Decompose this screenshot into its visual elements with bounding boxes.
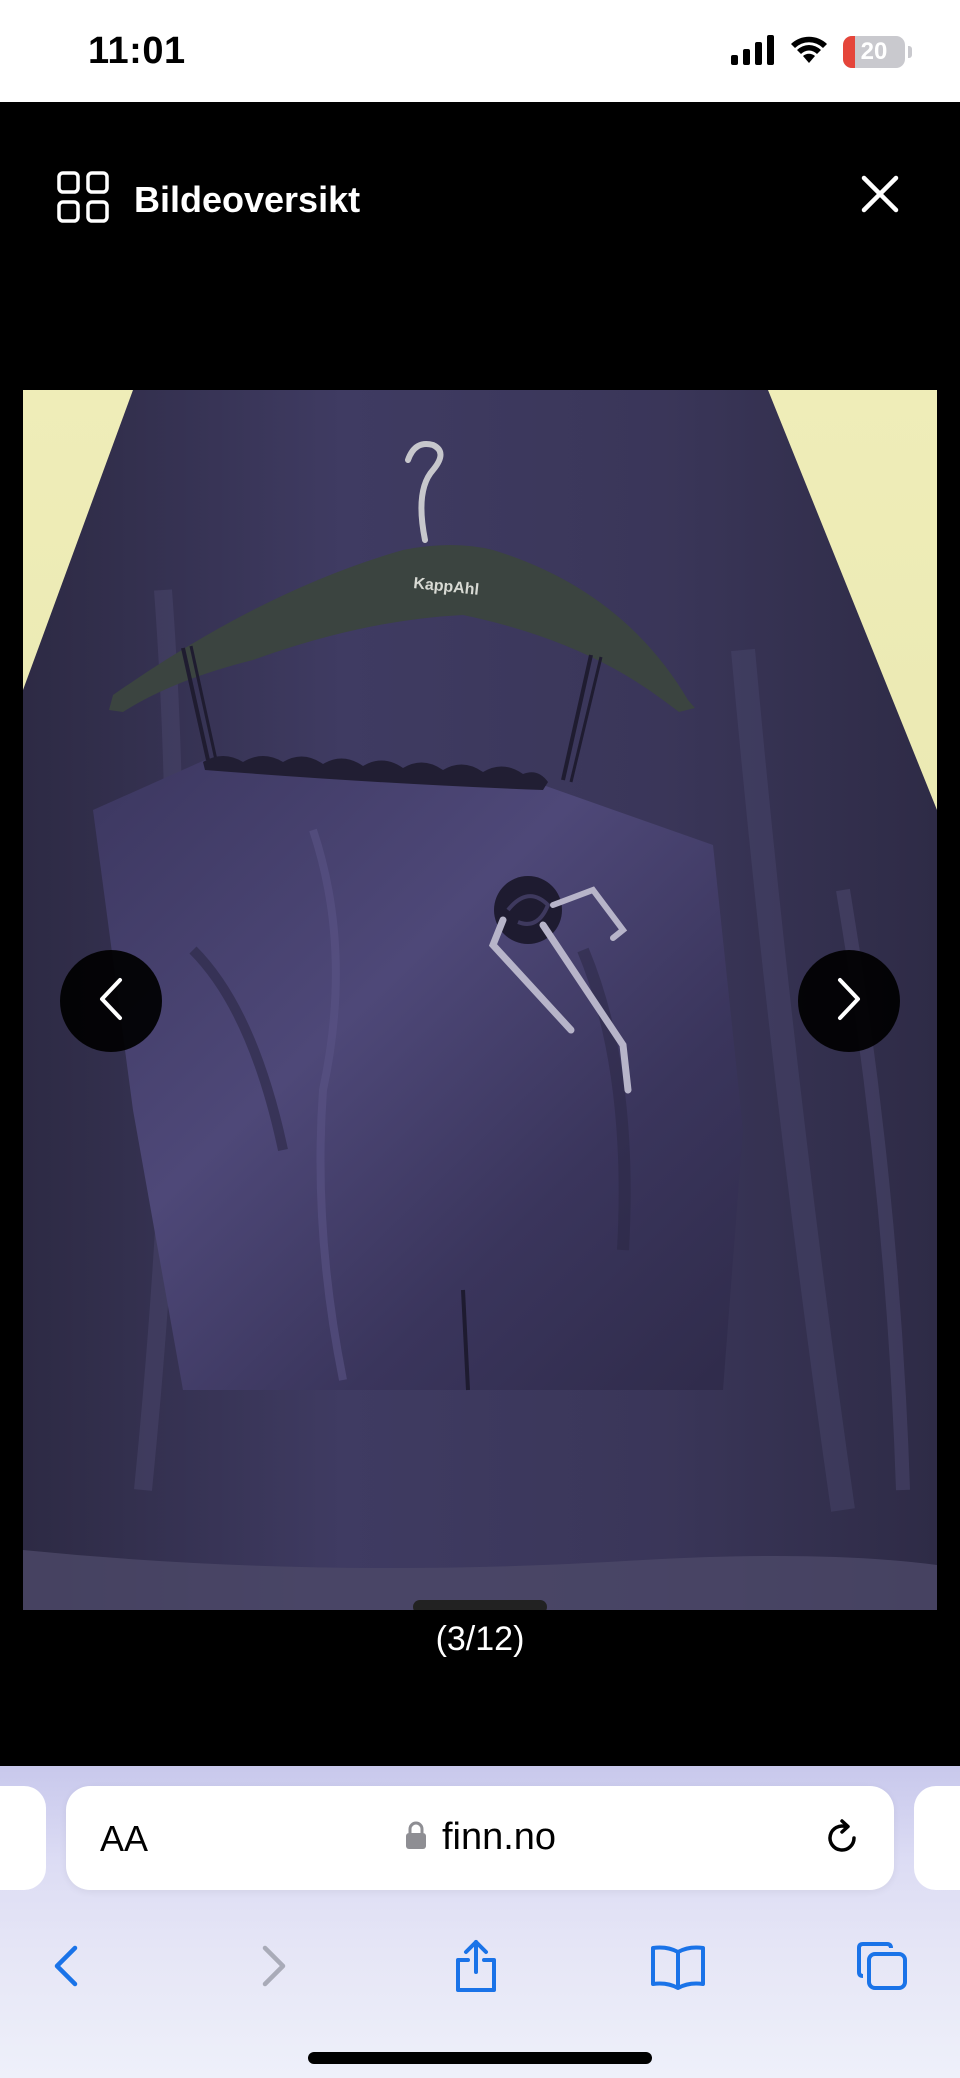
image-overview-button[interactable]: Bildeoversikt [56,170,360,229]
grid-icon [56,170,110,229]
image-viewer: Bildeoversikt KappAhl (3/12) [0,102,960,1766]
battery-cap [908,46,912,58]
status-icons: 20 [731,34,912,70]
back-icon [51,1942,81,1995]
cellular-signal-icon [731,34,775,70]
url-field[interactable]: finn.no [66,1816,894,1859]
browser-toolbar [0,1916,960,2016]
battery-level: 20 [860,38,888,65]
next-image-button[interactable] [798,950,900,1052]
close-icon [856,175,904,222]
status-bar: 11:01 20 [0,0,960,102]
wifi-icon [789,35,829,70]
share-icon [452,1938,500,1999]
bookmarks-icon [649,1942,707,1995]
previous-tab-peek[interactable] [0,1786,46,1890]
next-tab-peek[interactable] [914,1786,960,1890]
home-indicator [308,2052,652,2064]
lock-icon [404,1820,428,1855]
chevron-right-icon [832,974,866,1029]
status-time: 11:01 [88,30,186,72]
back-button[interactable] [36,1938,96,1998]
url-text: finn.no [441,1816,557,1858]
image-overview-label: Bildeoversikt [134,178,361,220]
reload-button[interactable] [820,1816,864,1860]
address-bar[interactable]: AA finn.no [66,1786,894,1890]
previous-image-button[interactable] [60,950,162,1052]
tabs-icon [855,1940,909,1997]
share-button[interactable] [446,1938,506,1998]
browser-chrome: AA finn.no [0,1766,960,2078]
battery-icon: 20 [843,36,905,68]
chevron-left-icon [94,974,128,1029]
reload-icon [820,1819,864,1864]
forward-icon [259,1942,289,1995]
forward-button[interactable] [244,1938,304,1998]
bookmarks-button[interactable] [648,1938,708,1998]
close-button[interactable] [856,170,904,218]
tabs-button[interactable] [852,1938,912,1998]
image-counter: (3/12) [435,1620,525,1658]
